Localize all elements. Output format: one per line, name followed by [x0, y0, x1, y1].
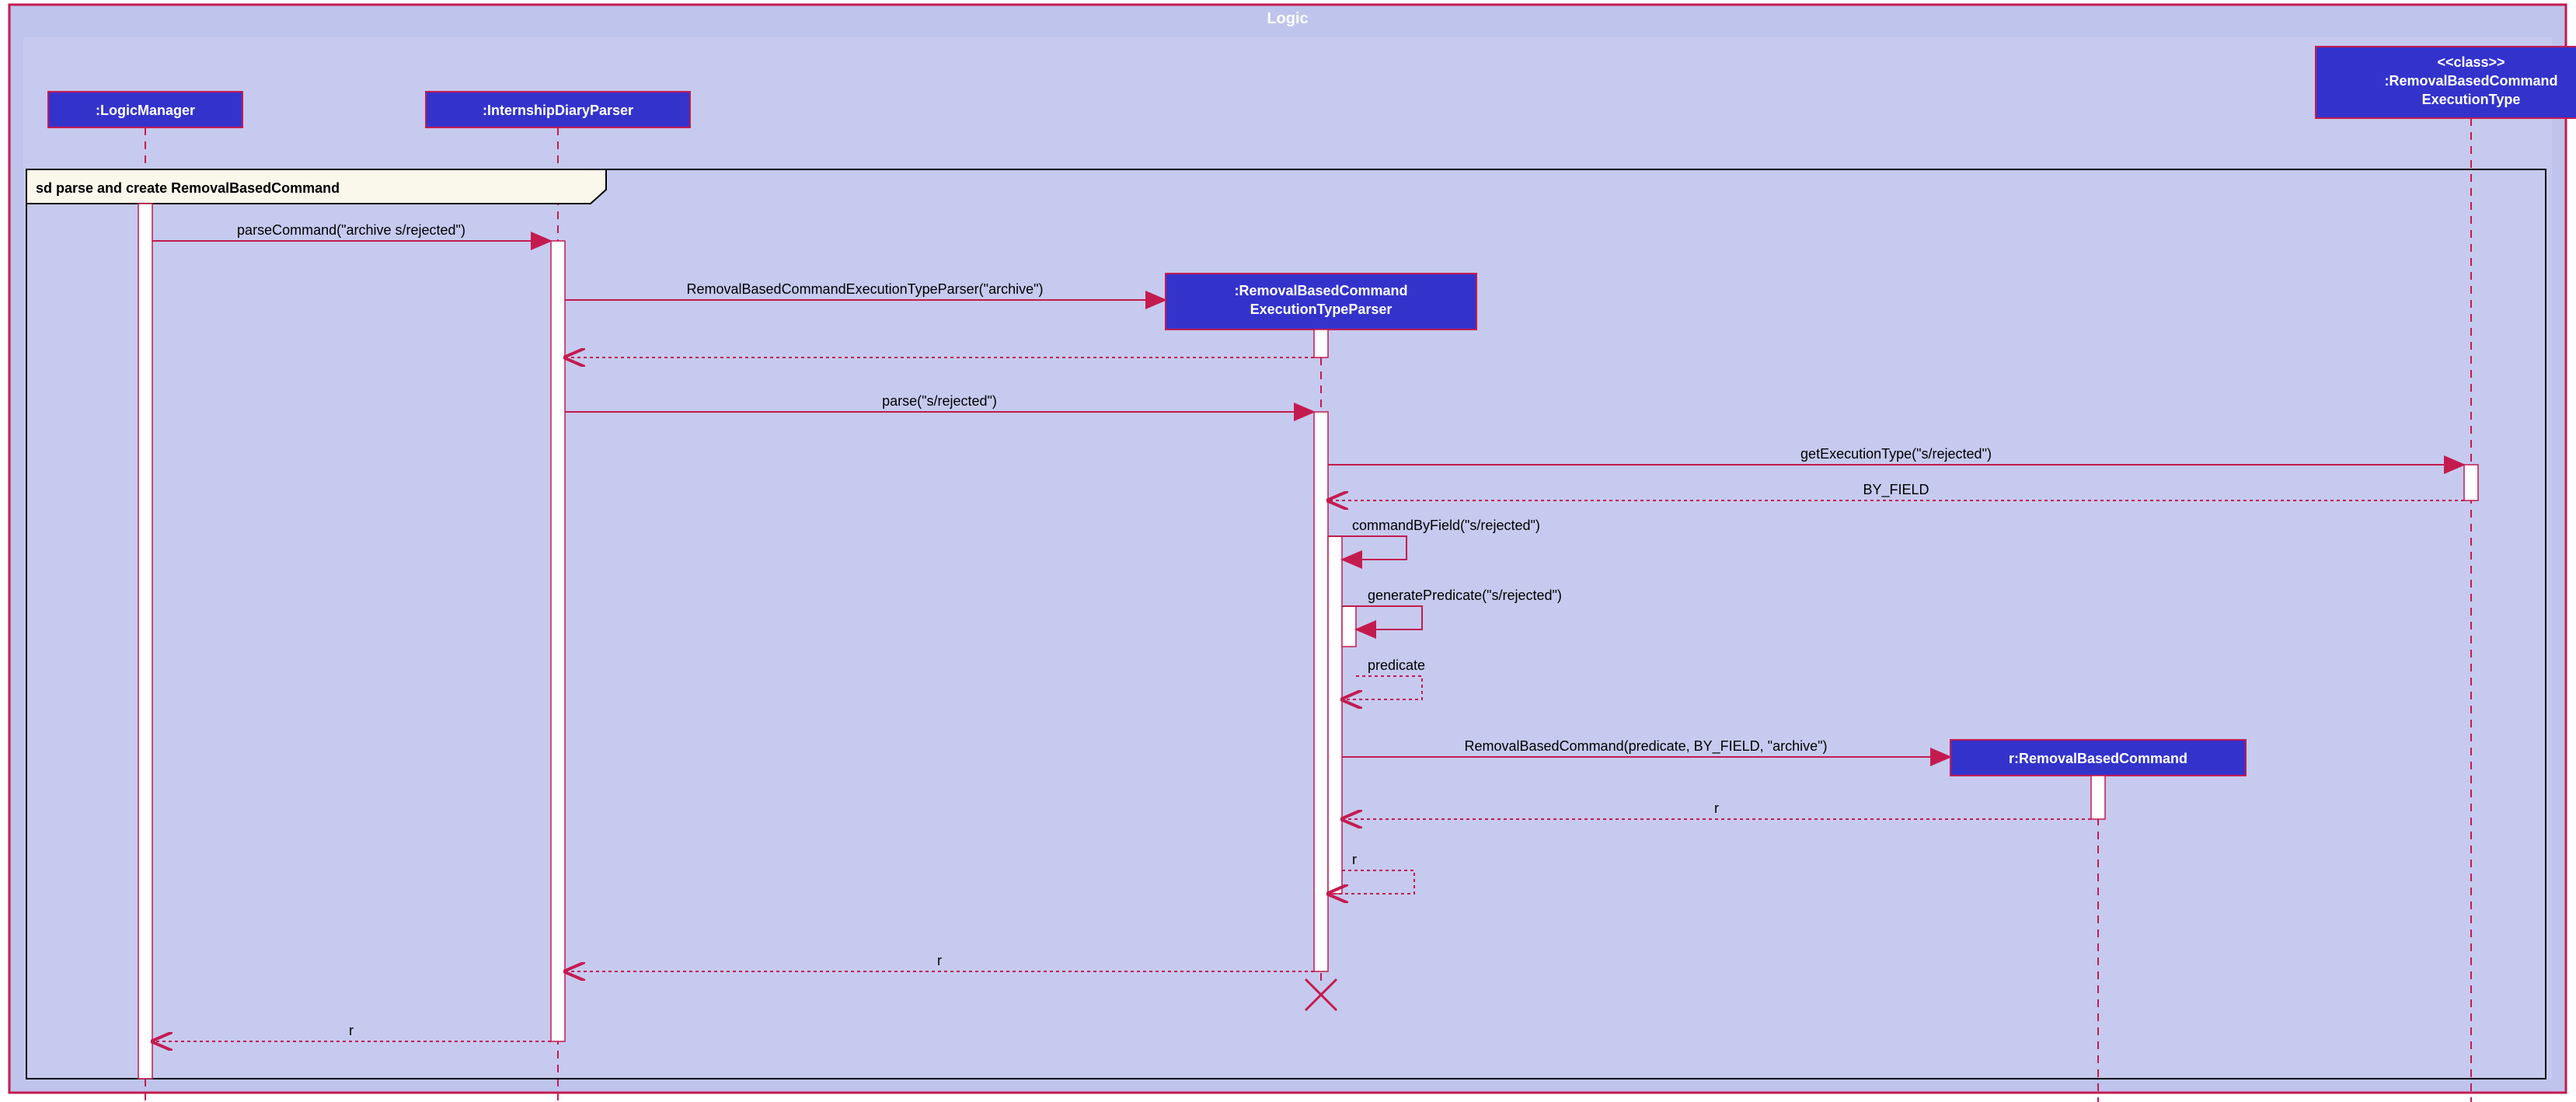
- svg-text:r: r: [937, 953, 942, 968]
- svg-text:parse("s/rejected"): parse("s/rejected"): [882, 393, 997, 409]
- svg-text:RemovalBasedCommand(predicate,: RemovalBasedCommand(predicate, BY_FIELD,…: [1465, 738, 1828, 755]
- svg-text::RemovalBasedCommand: :RemovalBasedCommand: [1234, 283, 1407, 298]
- activation-exectype: [2464, 465, 2478, 500]
- sequence-diagram: Logic :LogicManager :InternshipDiaryPars…: [0, 0, 2576, 1102]
- activation-parser-cbf: [1328, 536, 1342, 894]
- svg-text:parseCommand("archive s/reject: parseCommand("archive s/rejected"): [237, 222, 465, 238]
- activation-diaryparser: [551, 241, 565, 1041]
- svg-text:ExecutionType: ExecutionType: [2422, 92, 2521, 107]
- svg-text::RemovalBasedCommand: :RemovalBasedCommand: [2384, 73, 2557, 89]
- svg-text:commandByField("s/rejected"): commandByField("s/rejected"): [1352, 518, 1540, 533]
- svg-text:predicate: predicate: [1368, 657, 1425, 673]
- svg-text:generatePredicate("s/rejected": generatePredicate("s/rejected"): [1368, 588, 1562, 603]
- activation-parser-create: [1314, 330, 1328, 357]
- svg-text::LogicManager: :LogicManager: [96, 103, 195, 118]
- svg-text:sd parse and create RemovalBas: sd parse and create RemovalBasedCommand: [36, 180, 340, 196]
- svg-text:ExecutionTypeParser: ExecutionTypeParser: [1250, 302, 1393, 317]
- svg-text:RemovalBasedCommandExecutionTy: RemovalBasedCommandExecutionTypeParser("…: [687, 281, 1044, 297]
- logic-title: Logic: [1267, 10, 1308, 27]
- svg-text:r: r: [1714, 800, 1719, 816]
- svg-text::InternshipDiaryParser: :InternshipDiaryParser: [483, 103, 633, 118]
- svg-text:r: r: [349, 1023, 354, 1038]
- svg-text:r:RemovalBasedCommand: r:RemovalBasedCommand: [2009, 751, 2187, 766]
- svg-text:getExecutionType("s/rejected"): getExecutionType("s/rejected"): [1800, 446, 1992, 462]
- svg-text:r: r: [1352, 852, 1357, 867]
- activation-logicmanager: [138, 204, 152, 1079]
- activation-removalcmd: [2091, 776, 2105, 819]
- activation-parser-gp: [1342, 606, 1356, 647]
- activation-parser-parse: [1314, 412, 1328, 971]
- svg-text:BY_FIELD: BY_FIELD: [1863, 482, 1929, 498]
- svg-text:<<class>>: <<class>>: [2437, 54, 2505, 70]
